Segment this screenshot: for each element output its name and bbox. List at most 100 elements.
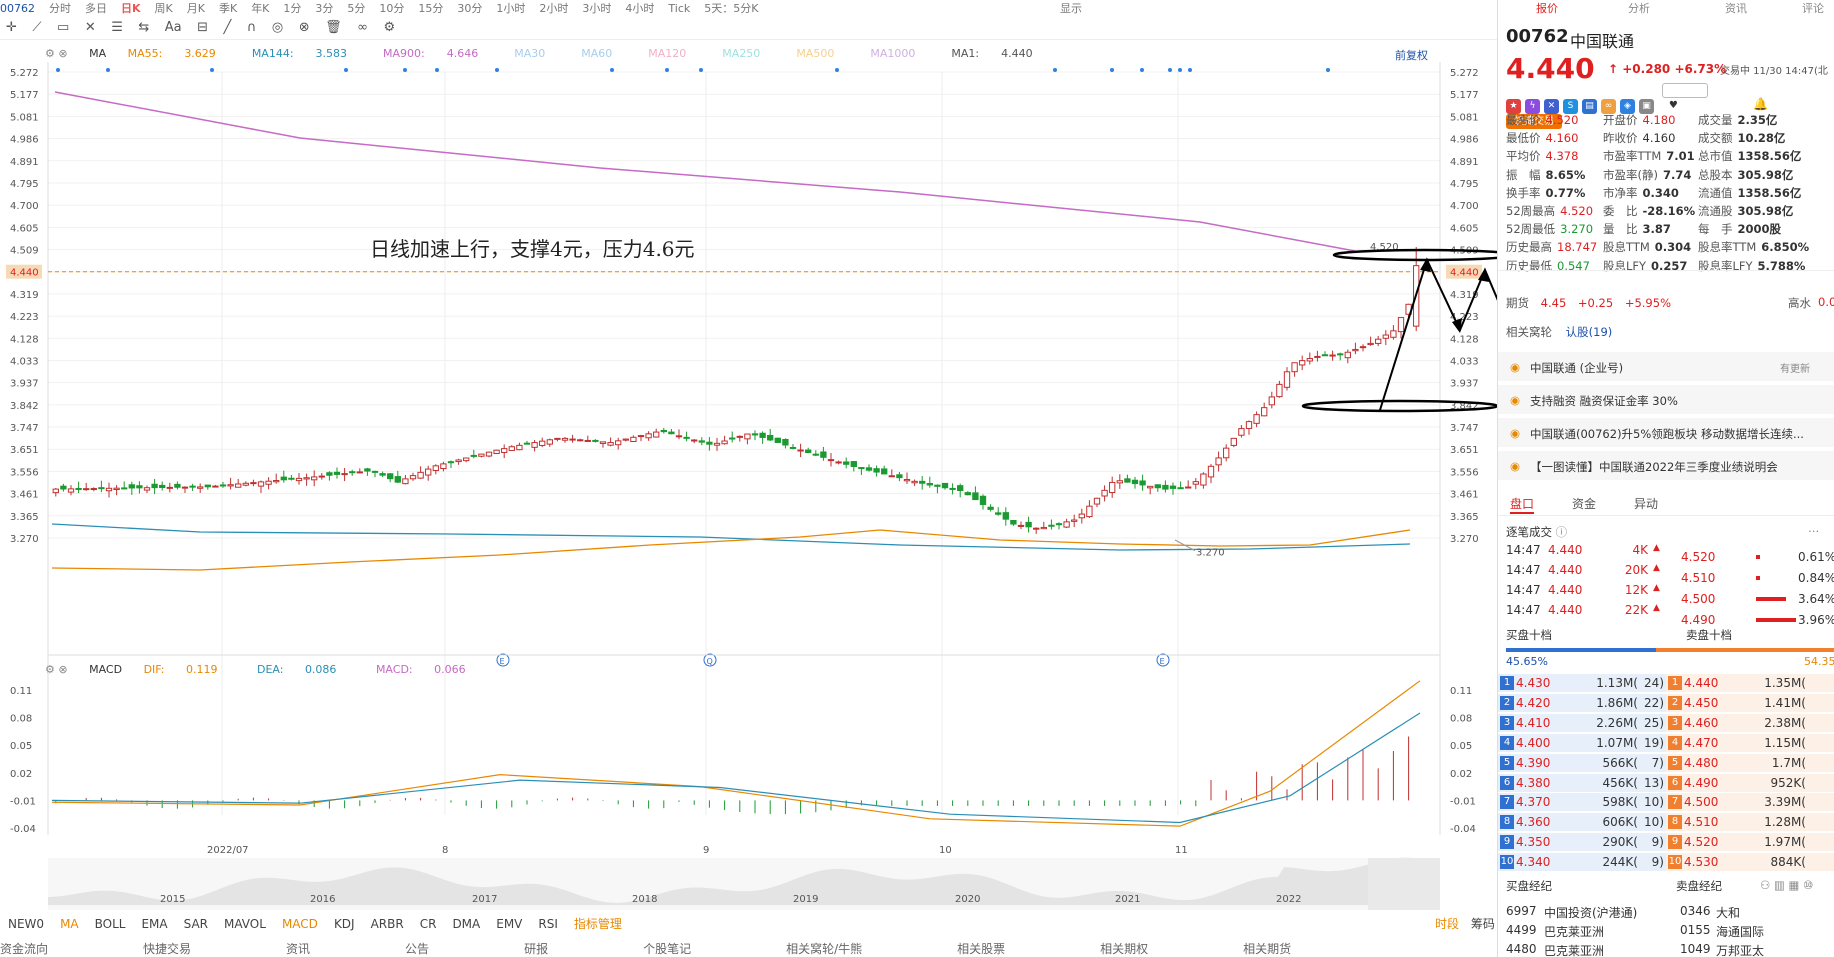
bid-broker-name[interactable]: 中国投资(沪港通) <box>1544 904 1637 921</box>
event-dot[interactable] <box>835 68 839 72</box>
ask-price[interactable]: 4.510 <box>1684 815 1718 829</box>
period-tab[interactable]: 3小时 <box>582 2 611 14</box>
period-tab[interactable]: 3分 <box>315 2 333 14</box>
lock-icon[interactable]: ⊗ <box>299 20 310 35</box>
more-icon[interactable]: ⋯ <box>1808 524 1820 538</box>
period-tab[interactable]: 季K <box>219 2 237 14</box>
ask-price[interactable]: 4.440 <box>1684 676 1718 690</box>
info-tab[interactable]: 资金流向 <box>0 940 48 957</box>
info-tab[interactable]: 快捷交易 <box>143 940 191 957</box>
event-dot[interactable] <box>106 68 110 72</box>
news-item[interactable]: ◉ 中国联通(00762)升5%领跑板块 移动数据增长连续... <box>1498 418 1834 448</box>
news-item[interactable]: ◉ 【一图读懂】中国联通2022年三季度业绩说明会 <box>1498 451 1834 481</box>
arrow-tool-icon[interactable]: ⇆ <box>138 20 149 35</box>
ask-price[interactable]: 4.450 <box>1684 696 1718 710</box>
indicator-tab[interactable]: EMV <box>496 917 522 931</box>
period-tab[interactable]: 1小时 <box>496 2 525 14</box>
event-dot[interactable] <box>610 68 614 72</box>
period-tab[interactable]: 5天：5分K <box>704 2 758 14</box>
event-dot[interactable] <box>210 68 214 72</box>
event-dot[interactable] <box>1188 68 1192 72</box>
indicator-tab[interactable]: 指标管理 <box>574 915 622 932</box>
indicator-tab[interactable]: SAR <box>184 917 208 931</box>
info-tab[interactable]: 相关期货 <box>1243 940 1291 957</box>
bid-broker-name[interactable]: 巴克莱亚洲 <box>1544 923 1604 940</box>
tab-abnormal[interactable]: 异动 <box>1634 495 1658 512</box>
event-dot[interactable] <box>1053 68 1057 72</box>
watchlist-button[interactable]: ♥ 自选 <box>1661 83 1708 111</box>
period-tab[interactable]: 日K <box>121 2 141 14</box>
event-dot[interactable] <box>1326 68 1330 72</box>
cut-tool-icon[interactable]: ⊟ <box>197 20 208 35</box>
link-icon[interactable]: ∞ <box>357 20 368 35</box>
info-icon[interactable]: ⓘ <box>1556 525 1568 539</box>
settings-icon[interactable]: ⚙ ⊗ <box>45 663 68 676</box>
bid-price[interactable]: 4.410 <box>1516 716 1550 730</box>
bid-price[interactable]: 4.420 <box>1516 696 1550 710</box>
indicator-tab[interactable]: MACD <box>282 917 318 931</box>
period-tab[interactable]: 4小时 <box>625 2 654 14</box>
indicator-tab[interactable]: NEW0 <box>8 917 44 931</box>
info-tab[interactable]: 相关窝轮/牛熊 <box>786 940 862 957</box>
indicator-tab[interactable]: RSI <box>538 917 558 931</box>
event-dot[interactable] <box>1110 68 1114 72</box>
line-tool-icon[interactable]: ⟋ <box>32 20 41 35</box>
indicator-tab[interactable]: KDJ <box>334 917 355 931</box>
indicator-tab[interactable]: BOLL <box>95 917 126 931</box>
rect-tool-icon[interactable]: ▭ <box>57 20 69 35</box>
delete-icon[interactable]: 🗑 <box>325 20 342 35</box>
fork-tool-icon[interactable]: ✕ <box>85 20 96 35</box>
display-menu[interactable]: 显示 <box>1060 0 1082 14</box>
overview-window[interactable] <box>1368 858 1440 910</box>
event-dot[interactable] <box>344 68 348 72</box>
period-tab[interactable]: 10分 <box>379 2 404 14</box>
ask-price[interactable]: 4.530 <box>1684 855 1718 869</box>
info-tab[interactable]: 相关期权 <box>1100 940 1148 957</box>
event-dot[interactable] <box>56 68 60 72</box>
tab-capital[interactable]: 资金 <box>1572 495 1596 512</box>
ask-price[interactable]: 4.480 <box>1684 756 1718 770</box>
indicator-tab[interactable]: DMA <box>452 917 480 931</box>
related-warrant-link[interactable]: 认股(19) <box>1566 325 1613 339</box>
period-tab[interactable]: 5分 <box>347 2 365 14</box>
period-tab[interactable]: 2小时 <box>539 2 568 14</box>
event-dot[interactable] <box>699 68 703 72</box>
info-tab[interactable]: 个股笔记 <box>643 940 691 957</box>
macd-name[interactable]: MACD <box>89 663 122 676</box>
tab-pankou[interactable]: 盘口 <box>1510 495 1535 514</box>
ask-price[interactable]: 4.520 <box>1684 835 1718 849</box>
tab-chips[interactable]: 筹码 <box>1471 917 1495 931</box>
ask-price[interactable]: 4.500 <box>1684 795 1718 809</box>
info-tab[interactable]: 相关股票 <box>957 940 1005 957</box>
ask-broker-name[interactable]: 海通国际 <box>1716 923 1764 940</box>
event-dot[interactable] <box>1178 68 1182 72</box>
ask-price[interactable]: 4.460 <box>1684 716 1718 730</box>
event-dot[interactable] <box>665 68 669 72</box>
text-tool-icon[interactable]: Aa <box>165 20 182 35</box>
magnet-icon[interactable]: ∩ <box>247 20 257 35</box>
pen-tool-icon[interactable]: ╱ <box>224 20 232 35</box>
period-tab[interactable]: 15分 <box>418 2 443 14</box>
info-tab[interactable]: 资讯 <box>286 940 310 957</box>
indicator-tab[interactable]: CR <box>420 917 437 931</box>
indicator-tab[interactable]: EMA <box>141 917 167 931</box>
bid-price[interactable]: 4.350 <box>1516 835 1550 849</box>
event-dot[interactable] <box>435 68 439 72</box>
channel-tool-icon[interactable]: ☰ <box>111 20 123 35</box>
crosshair-icon[interactable]: ✛ <box>6 20 17 35</box>
period-tab[interactable]: 多日 <box>85 2 107 14</box>
chart-icon[interactable]: ▤ <box>1582 99 1597 114</box>
user-icon[interactable]: ⚇ ▥ ▦ ⑩ <box>1760 878 1813 892</box>
period-tab[interactable]: 年K <box>251 2 269 14</box>
period-tab[interactable]: 月K <box>187 2 205 14</box>
kline-chart[interactable]: 5.272 5.272 5.177 5.177 5.081 5.081 4.986 4.986… <box>0 40 1497 910</box>
hide-icon[interactable]: ◎ <box>272 20 283 35</box>
ask-price[interactable]: 4.470 <box>1684 736 1718 750</box>
ask-price[interactable]: 4.490 <box>1684 776 1718 790</box>
news-item[interactable]: ◉ 中国联通 (企业号) 有更新 <box>1498 352 1834 382</box>
tab-time[interactable]: 时段 <box>1435 917 1459 931</box>
bid-price[interactable]: 4.400 <box>1516 736 1550 750</box>
bid-price[interactable]: 4.360 <box>1516 815 1550 829</box>
event-dot[interactable] <box>1168 68 1172 72</box>
info-tab[interactable]: 公告 <box>405 940 429 957</box>
